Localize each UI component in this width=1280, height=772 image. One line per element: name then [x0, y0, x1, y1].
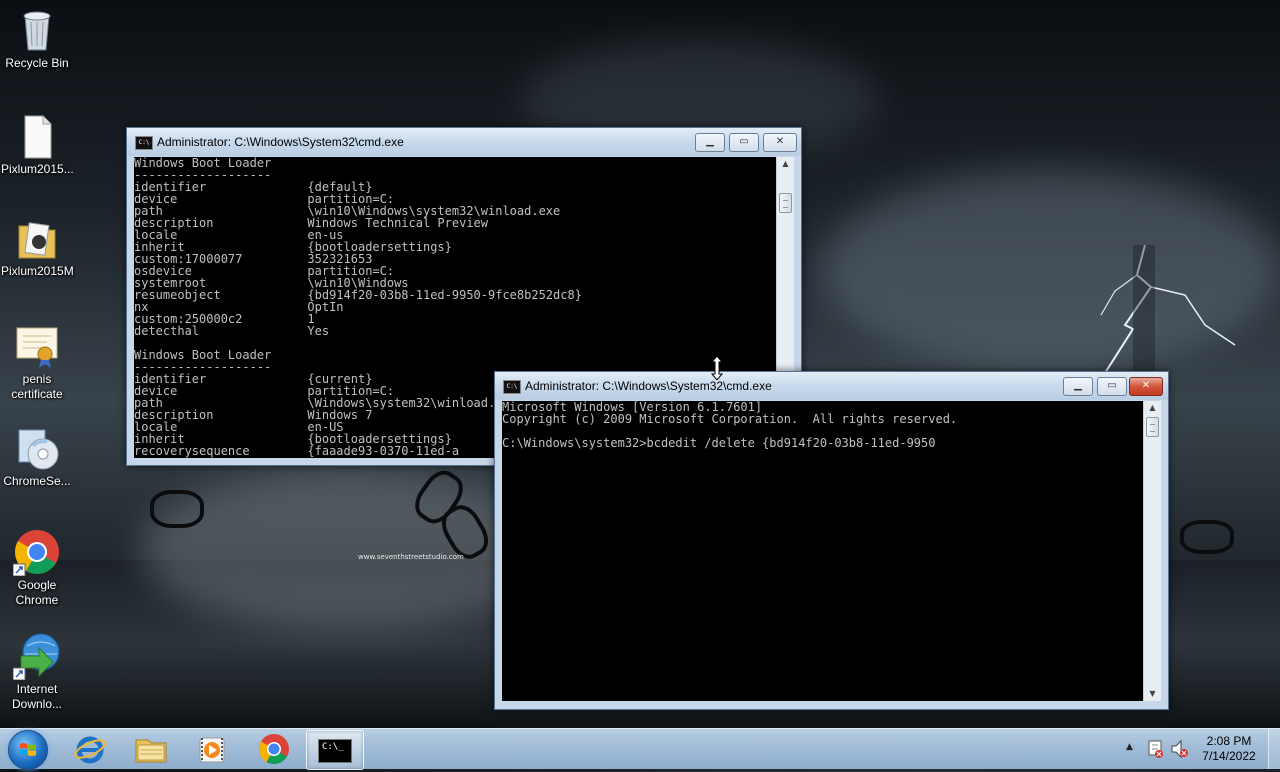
close-button[interactable]: ✕ [763, 133, 797, 152]
taskbar-chrome[interactable] [246, 730, 302, 768]
internet-download-manager-icon [12, 632, 61, 681]
cmd-window-foreground[interactable]: C:\ Administrator: C:\Windows\System32\c… [494, 371, 1169, 710]
internet-explorer-icon [74, 736, 106, 764]
clock-date: 7/14/2022 [1202, 749, 1256, 763]
desktop-icon-pixlum-folder[interactable]: Pixlum2015M [1, 214, 74, 279]
cmd-icon: C:\_ [318, 739, 352, 763]
console-line: Copyright (c) 2009 Microsoft Corporation… [502, 412, 958, 426]
clock-time: 2:08 PM [1206, 734, 1252, 748]
window-title: Administrator: C:\Windows\System32\cmd.e… [525, 379, 772, 393]
taskbar-cmd[interactable]: C:\_ [306, 730, 364, 770]
resize-cursor-icon [711, 356, 723, 380]
desktop-icon-label: Recycle Bin [5, 56, 69, 70]
volume-muted-icon[interactable] [1170, 729, 1190, 769]
vertical-scrollbar[interactable]: ▲ ▼ [1143, 401, 1161, 701]
desktop-icon-label: Pixlum2015M [1, 264, 74, 278]
wallpaper-chain-link [1180, 520, 1234, 554]
minimize-button[interactable]: ▁ [695, 133, 725, 152]
desktop-icon-label: ChromeSe... [3, 474, 71, 488]
media-player-icon [199, 737, 225, 763]
cmd-window-icon: C:\ [503, 380, 521, 394]
installer-disc-icon [13, 424, 61, 472]
window-title: Administrator: C:\Windows\System32\cmd.e… [157, 135, 404, 149]
taskbar-clock[interactable]: 2:08 PM 7/14/2022 [1196, 734, 1262, 764]
certificate-icon [13, 322, 61, 370]
maximize-button[interactable]: ▭ [729, 133, 759, 152]
lightning-bolt-icon [1100, 245, 1236, 375]
taskbar-internet-explorer[interactable] [62, 730, 118, 768]
close-button[interactable]: ✕ [1129, 377, 1163, 396]
chrome-icon [12, 528, 61, 577]
desktop-icon-recycle-bin[interactable]: Recycle Bin [1, 6, 73, 71]
desktop-icon-chromesetup[interactable]: ChromeSe... [1, 424, 73, 489]
taskbar: C:\_ ▲ 2:08 PM 7/14/2022 [0, 728, 1280, 770]
scroll-up-arrow-icon[interactable]: ▲ [777, 157, 794, 171]
folder-icon [13, 214, 61, 262]
windows-flag-icon [20, 743, 36, 756]
wallpaper-chain-link [150, 490, 204, 528]
scroll-down-arrow-icon[interactable]: ▼ [1144, 687, 1161, 701]
tray-arrow-icon: ▲ [1126, 742, 1133, 752]
taskbar-windows-explorer[interactable] [123, 730, 179, 768]
desktop-icon-google-chrome[interactable]: Google Chrome [1, 528, 73, 608]
document-icon [13, 112, 61, 160]
action-center-flag-icon[interactable] [1146, 729, 1166, 769]
console-line: detecthal Yes [134, 324, 330, 338]
scrollbar-thumb[interactable] [1146, 417, 1159, 437]
taskbar-media-player[interactable] [184, 730, 240, 768]
show-desktop-button[interactable] [1268, 729, 1280, 769]
minimize-button[interactable]: ▁ [1063, 377, 1093, 396]
scrollbar-thumb[interactable] [779, 193, 792, 213]
window-titlebar[interactable]: C:\ Administrator: C:\Windows\System32\c… [127, 128, 801, 156]
wallpaper-watermark: www.seventhstreetstudio.com [358, 553, 464, 561]
recycle-bin-icon [13, 6, 61, 54]
start-button[interactable] [8, 730, 48, 770]
maximize-button[interactable]: ▭ [1097, 377, 1127, 396]
show-hidden-icons-button[interactable]: ▲ [1124, 729, 1138, 769]
console-line: C:\Windows\system32>bcdedit /delete {bd9… [502, 436, 936, 450]
desktop-icon-pixlum-file[interactable]: Pixlum2015... [1, 112, 74, 177]
desktop-icon-label: Pixlum2015... [1, 162, 74, 176]
console-output[interactable]: Microsoft Windows [Version 6.1.7601] Copy… [502, 401, 1143, 701]
window-titlebar[interactable]: C:\ Administrator: C:\Windows\System32\c… [495, 372, 1168, 400]
desktop-icon-internet-download-manager[interactable]: Internet Downlo... [1, 632, 73, 712]
chrome-icon [258, 734, 289, 765]
desktop-icon-certificate[interactable]: penis certificate [1, 322, 73, 402]
scroll-up-arrow-icon[interactable]: ▲ [1144, 401, 1161, 415]
desktop-icon-label: Internet Downlo... [11, 682, 63, 711]
cmd-icon-label: C:\_ [322, 742, 344, 752]
desktop-icon-label: Google Chrome [15, 578, 59, 607]
windows-explorer-icon [135, 739, 167, 763]
desktop-icon-label: penis certificate [11, 372, 63, 401]
cmd-window-icon: C:\ [135, 136, 153, 150]
